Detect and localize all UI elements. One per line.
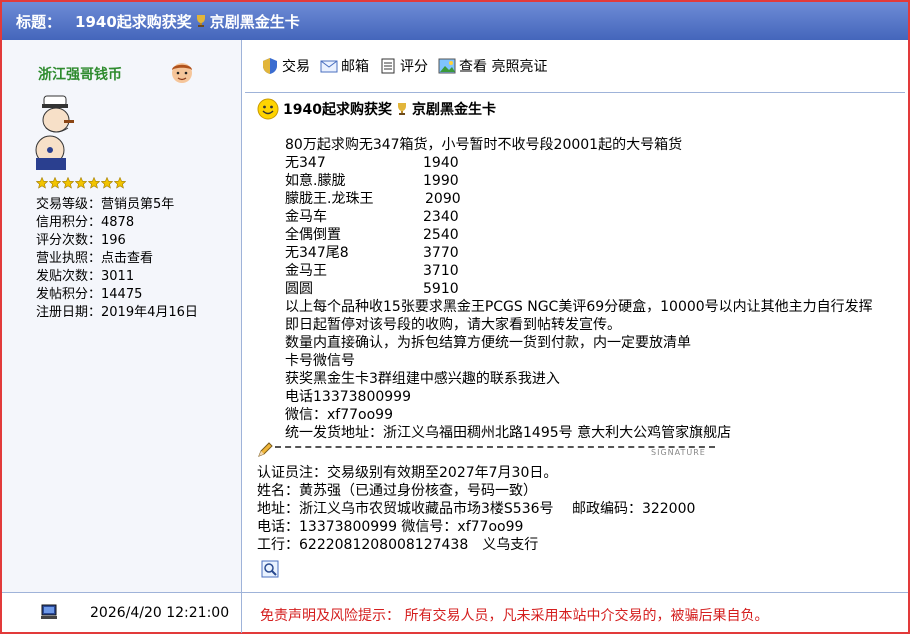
user-stat: 发帖积分：14475	[36, 287, 143, 302]
disclaimer-text: 免责声明及风险提示： 所有交易人员，凡未采用本站中介交易的，被骗后果自负。	[260, 608, 769, 624]
post-line: 以上每个品种收15张要求黑金王PCGS NGC美评69分硬盒，10000号以内让…	[285, 299, 873, 315]
post-lines: 以上每个品种收15张要求黑金王PCGS NGC美评69分硬盒，10000号以内让…	[285, 298, 905, 442]
rate-button[interactable]: 评分	[379, 56, 428, 76]
post-intro: 80万起求购无347箱货，小号暂时不收号段20001起的大号箱货	[285, 137, 683, 153]
certification-line: 认证员注：交易级别有效期至2027年7月30日。	[257, 465, 558, 481]
post-line: 获奖黑金生卡3群组建中感兴趣的联系我进入	[285, 371, 560, 387]
star-icon	[36, 177, 48, 189]
certification-info: 认证员注：交易级别有效期至2027年7月30日。 姓名：黄苏强（已通过身份核查，号…	[257, 464, 695, 554]
price-row: 无347尾8 3770	[285, 244, 905, 262]
post-title: 1940起求购获奖 京剧黑金生卡	[257, 98, 496, 120]
rate-label: 评分	[400, 59, 428, 75]
user-stat: 发贴次数：3011	[36, 269, 135, 284]
mail-label: 邮箱	[341, 59, 369, 75]
trophy-icon	[196, 15, 205, 27]
post-timestamp: 2026/4/20 12:21:00	[90, 605, 230, 621]
certification-line: 工行：6222081208008127438 义乌支行	[257, 537, 539, 553]
price-item-value: 1990	[423, 173, 459, 189]
avatar-icon	[172, 63, 192, 83]
trade-button[interactable]: 交易	[261, 56, 310, 76]
signature-divider: SIGNATURE	[257, 442, 717, 460]
price-item-name: 圆圆	[285, 281, 313, 297]
post-line: 微信：xf77oo99	[285, 407, 393, 423]
price-row: 金马王 3710	[285, 262, 905, 280]
user-stat[interactable]: 营业执照：点击查看	[36, 250, 198, 268]
star-icon	[101, 177, 113, 189]
post-line: 电话13373800999	[285, 389, 411, 405]
price-item-name: 全偶倒置	[285, 227, 341, 243]
document-icon	[381, 58, 395, 74]
price-item-value: 3770	[423, 245, 459, 261]
user-stat: 交易等级：营销员第5年	[36, 197, 175, 212]
star-icon	[88, 177, 100, 189]
post-title-part2: 京剧黑金生卡	[411, 102, 496, 118]
price-row: 无347 1940	[285, 154, 905, 172]
trade-label: 交易	[282, 59, 310, 75]
user-stats-list: 交易等级：营销员第5年 信用积分：4878 评分次数：196 营业执照：点击查看 发贴次…	[36, 196, 198, 322]
price-item-value: 2340	[423, 209, 459, 225]
price-item-value: 2090	[425, 191, 461, 207]
post-title-part1: 1940起求购获奖	[283, 102, 392, 118]
view-license-button[interactable]: 查看 亮照亮证	[438, 56, 547, 76]
username-link[interactable]: 浙江强哥钱币	[38, 64, 122, 84]
post-line: 即日起暂停对该号段的收购，请大家看到帖转发宣传。	[285, 317, 621, 333]
price-item-value: 5910	[423, 281, 459, 297]
price-row: 金马车 2340	[285, 208, 905, 226]
price-list: 无347 1940 如意.朦胧 1990 朦胧王.龙珠王 2090 金马车 2340 全偶倒置 2…	[285, 154, 905, 298]
popeye-avatar-icon	[35, 95, 74, 170]
star-icon	[49, 177, 61, 189]
title-text-part2: 京剧黑金生卡	[209, 12, 300, 31]
signature-mark: SIGNATURE	[651, 448, 706, 457]
price-item-name: 无347尾8	[285, 245, 349, 261]
post-line: 卡号微信号	[285, 353, 355, 369]
post-line: 统一发货地址：浙江义乌福田稠州北路1495号 意大利大公鸡管家旗舰店	[285, 425, 732, 441]
price-item-name: 朦胧王.龙珠王	[285, 191, 374, 207]
post-footer: 2026/4/20 12:21:00 免责声明及风险提示： 所有交易人员，凡未采…	[2, 592, 908, 633]
star-icon	[75, 177, 87, 189]
price-item-name: 金马车	[285, 209, 327, 225]
user-stat: 信用积分：4878	[36, 215, 135, 230]
price-item-name: 金马王	[285, 263, 327, 279]
view-license-label: 查看 亮照亮证	[459, 59, 548, 75]
shield-icon	[263, 58, 277, 74]
title-bar: 标题： 1940起求购获奖 京剧黑金生卡	[2, 2, 908, 40]
footer-left: 2026/4/20 12:21:00	[2, 593, 242, 633]
mail-button[interactable]: 邮箱	[320, 56, 369, 76]
pencil-icon	[258, 442, 273, 457]
post-area: 交易 邮箱 评分 查看 亮照亮证 1940起求购获奖 京剧黑金生卡 80万起求购…	[243, 40, 908, 592]
price-item-name: 无347	[285, 155, 326, 171]
price-item-value: 2540	[423, 227, 459, 243]
mail-icon	[320, 60, 338, 73]
toolbar-divider	[245, 92, 905, 93]
certification-line: 地址：浙江义乌市农贸城收藏品市场3楼S536号 邮政编码：322000	[257, 501, 696, 517]
title-text-part1: 1940起求购获奖	[75, 12, 192, 31]
rating-stars	[36, 177, 126, 189]
picture-icon	[438, 58, 456, 74]
post-body: 80万起求购无347箱货，小号暂时不收号段20001起的大号箱货 无347 194…	[285, 136, 905, 442]
price-item-value: 1940	[423, 155, 459, 171]
title-label: 标题：	[16, 12, 62, 31]
signature-dashes	[275, 446, 715, 448]
post-line: 数量内直接确认，为拆包结算方便统一货到付款，内一定要放清单	[285, 335, 691, 351]
price-row: 如意.朦胧 1990	[285, 172, 905, 190]
price-item-name: 如意.朦胧	[285, 173, 346, 189]
user-sidebar: 浙江强哥钱币 交易等级：营销员第5年 信用积分：4878 评分次数：196 营业执照：…	[2, 40, 242, 592]
price-item-value: 3710	[423, 263, 459, 279]
user-stat: 评分次数：196	[36, 233, 126, 248]
price-row: 朦胧王.龙珠王 2090	[285, 190, 905, 208]
price-row: 圆圆 5910	[285, 280, 905, 298]
star-icon	[114, 177, 126, 189]
certification-line: 姓名：黄苏强（已通过身份核查，号码一致）	[257, 483, 537, 499]
price-row: 全偶倒置 2540	[285, 226, 905, 244]
certification-line: 电话：13373800999 微信号：xf77oo99	[257, 519, 524, 535]
user-stat: 注册日期：2019年4月16日	[36, 305, 198, 320]
computer-icon	[41, 604, 57, 619]
post-toolbar: 交易 邮箱 评分 查看 亮照亮证	[261, 56, 551, 76]
star-icon	[62, 177, 74, 189]
magnifier-icon[interactable]	[261, 560, 279, 578]
trophy-icon	[397, 103, 406, 115]
smiley-icon	[257, 98, 279, 120]
